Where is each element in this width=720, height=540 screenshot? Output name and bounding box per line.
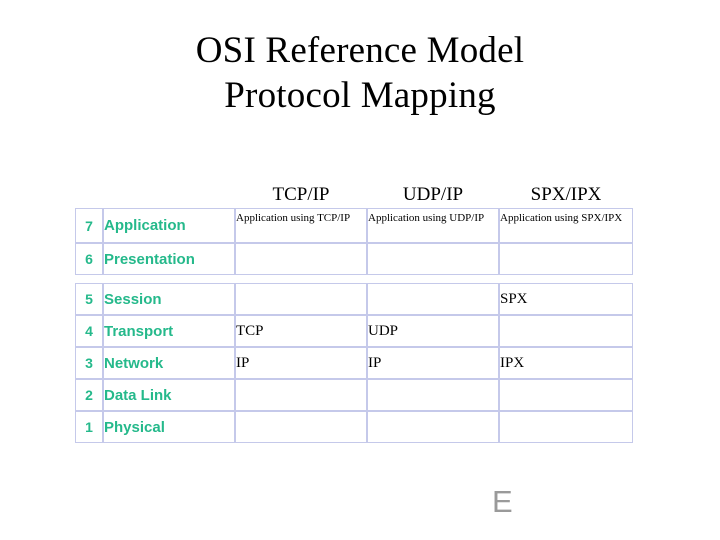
table-row: 3 Network IP IP IPX	[75, 347, 633, 379]
cell-5-spxipx: SPX	[499, 283, 633, 315]
layer-number-5: 5	[75, 283, 103, 315]
cell-7-spxipx: Application using SPX/IPX	[499, 208, 633, 243]
cell-4-tcpip: TCP	[235, 315, 367, 347]
row-spacer-cell	[367, 275, 499, 283]
osi-protocol-mapping-table: TCP/IP UDP/IP SPX/IPX 7 Application Appl…	[75, 176, 633, 443]
cell-1-tcpip	[235, 411, 367, 443]
column-header-number	[75, 176, 103, 208]
cell-3-spxipx: IPX	[499, 347, 633, 379]
layer-name-4: Transport	[103, 315, 235, 347]
layer-name-5: Session	[103, 283, 235, 315]
page-title-line-1: OSI Reference Model	[195, 30, 525, 71]
cell-4-spxipx	[499, 315, 633, 347]
column-header-spxipx: SPX/IPX	[530, 184, 602, 205]
layer-number-1: 1	[75, 411, 103, 443]
cell-6-spxipx	[499, 243, 633, 275]
table-row: 5 Session SPX	[75, 283, 633, 315]
cell-6-udpip	[367, 243, 499, 275]
cell-2-spxipx	[499, 379, 633, 411]
cell-3-udpip: IP	[367, 347, 499, 379]
layer-name-1: Physical	[103, 411, 235, 443]
cell-7-udpip: Application using UDP/IP	[367, 208, 499, 243]
cell-1-udpip	[367, 411, 499, 443]
layer-number-3: 3	[75, 347, 103, 379]
cell-3-tcpip: IP	[235, 347, 367, 379]
watermark-letter: E	[492, 484, 513, 519]
row-spacer-cell	[235, 275, 367, 283]
layer-number-7: 7	[75, 208, 103, 243]
row-spacer-cell	[75, 275, 103, 283]
row-spacer-cell	[103, 275, 235, 283]
cell-2-udpip	[367, 379, 499, 411]
layer-name-6: Presentation	[103, 243, 235, 275]
table-row: 1 Physical	[75, 411, 633, 443]
cell-1-spxipx	[499, 411, 633, 443]
row-spacer-cell	[499, 275, 633, 283]
layer-number-4: 4	[75, 315, 103, 347]
column-header-layer	[103, 176, 235, 208]
page-title: OSI Reference Model Protocol Mapping	[0, 28, 720, 118]
column-header-tcpip: TCP/IP	[272, 184, 330, 205]
layer-name-3: Network	[103, 347, 235, 379]
cell-2-tcpip	[235, 379, 367, 411]
column-header-udpip: UDP/IP	[402, 184, 464, 205]
row-spacer	[75, 275, 633, 283]
table-row: 6 Presentation	[75, 243, 633, 275]
table-row: 7 Application Application using TCP/IP A…	[75, 208, 633, 243]
cell-6-tcpip	[235, 243, 367, 275]
cell-7-tcpip: Application using TCP/IP	[235, 208, 367, 243]
cell-5-udpip	[367, 283, 499, 315]
cell-4-udpip: UDP	[367, 315, 499, 347]
layer-number-2: 2	[75, 379, 103, 411]
table-row: 2 Data Link	[75, 379, 633, 411]
page-title-line-2: Protocol Mapping	[224, 75, 496, 116]
layer-name-2: Data Link	[103, 379, 235, 411]
table-row: 4 Transport TCP UDP	[75, 315, 633, 347]
layer-name-7: Application	[103, 208, 235, 243]
layer-number-6: 6	[75, 243, 103, 275]
cell-5-tcpip	[235, 283, 367, 315]
table-header-row: TCP/IP UDP/IP SPX/IPX	[75, 176, 633, 208]
